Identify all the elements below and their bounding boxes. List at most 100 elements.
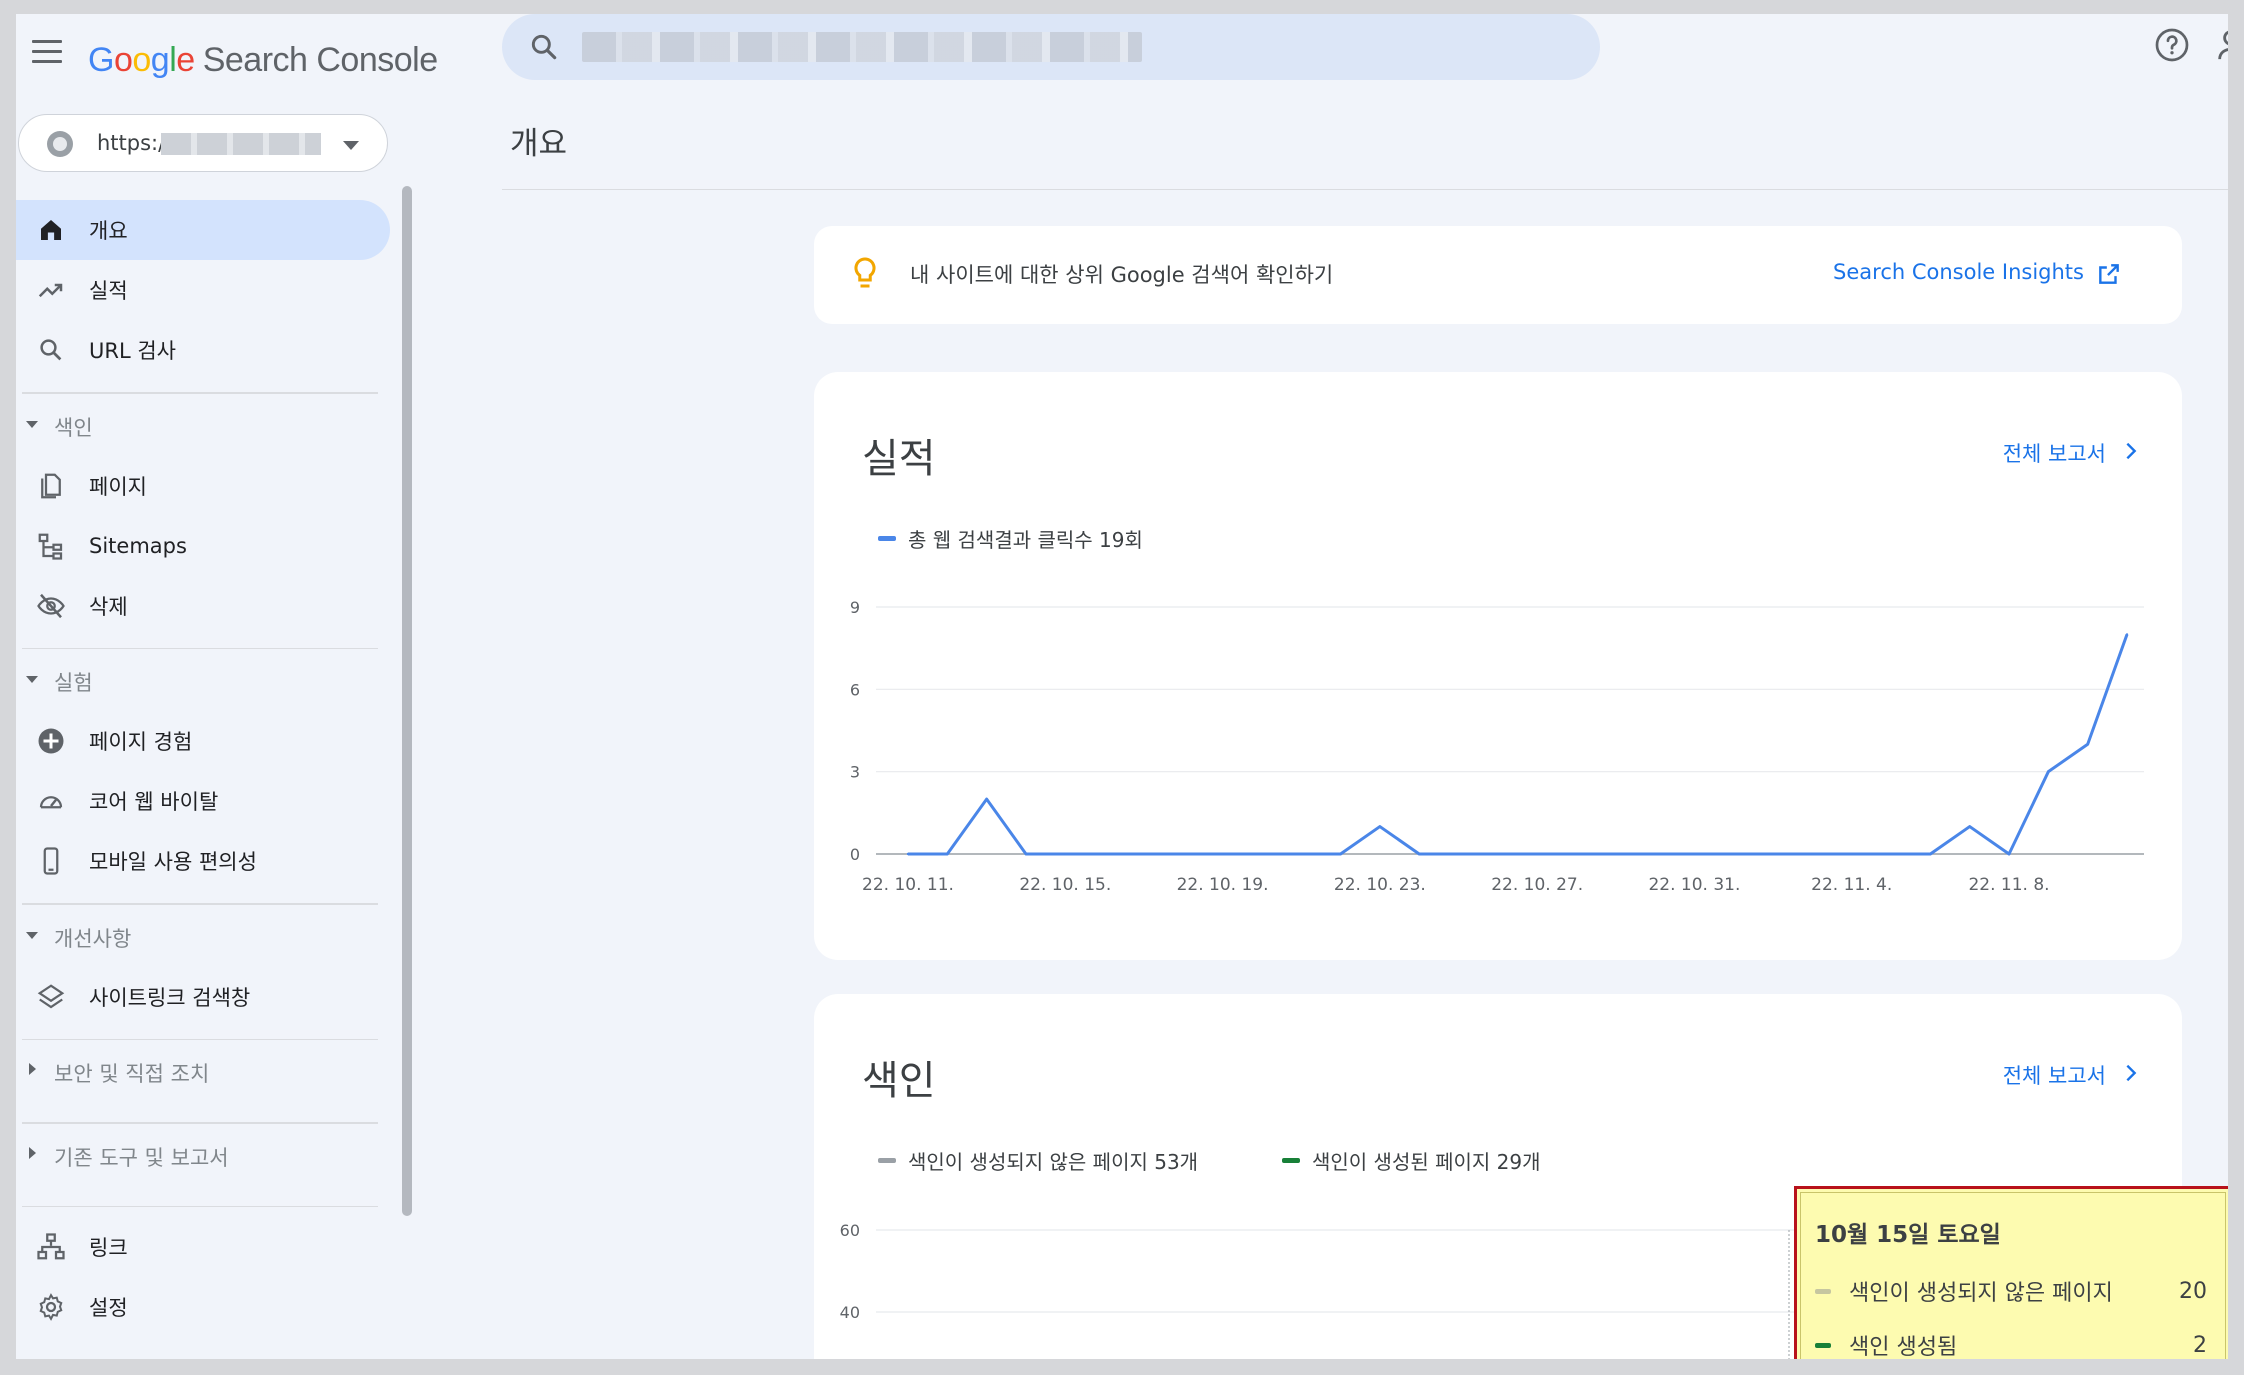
sidebar-item-sitelinks-searchbox[interactable]: 사이트링크 검색창 <box>16 967 396 1027</box>
visibility-off-icon <box>37 593 65 618</box>
insights-link[interactable]: Search Console Insights <box>1833 260 2084 284</box>
data-point <box>1300 852 1303 856</box>
sidebar-scrollbar[interactable] <box>402 186 412 1216</box>
help-icon[interactable] <box>2154 27 2190 63</box>
x-tick-label: 22. 10. 31. <box>1648 875 1740 895</box>
sidebar-item-performance[interactable]: 실적 <box>16 260 396 320</box>
section-label: 실험 <box>54 671 93 695</box>
sidebar-item-label: 페이지 경험 <box>89 730 193 754</box>
sidebar-item-mobile-usability[interactable]: 모바일 사용 편의성 <box>16 831 396 891</box>
top-bar: Google Search Console <box>16 14 2228 106</box>
divider <box>502 189 2228 190</box>
search-bar[interactable] <box>502 14 1600 80</box>
tooltip-label: 색인 생성됨 <box>1849 1335 1958 1359</box>
sidebar-item-label: 모바일 사용 편의성 <box>89 850 257 874</box>
performance-card: 실적 전체 보고서 총 웹 검색결과 클릭수 19회 0 3 6 9 22. 10. 1… <box>814 372 2182 960</box>
sidebar-item-core-web-vitals[interactable]: 코어 웹 바이탈 <box>16 771 396 831</box>
sidebar-item-label: 사이트링크 검색창 <box>89 985 251 1010</box>
chart-tooltip: 10월 15일 토요일 색인이 생성되지 않은 페이지 20 색인 생성됨 2 <box>1794 1186 2228 1359</box>
pages-icon <box>41 473 61 498</box>
data-point <box>1850 852 1853 856</box>
tooltip-row-indexed: 색인 생성됨 2 <box>1815 1325 2207 1359</box>
data-point <box>1732 852 1735 856</box>
x-tick-label: 22. 10. 23. <box>1334 875 1426 895</box>
data-point <box>1182 852 1185 856</box>
sidebar-item-label: 링크 <box>89 1236 128 1260</box>
x-tick-label: 22. 11. 4. <box>1811 875 1892 895</box>
section-legacy[interactable]: 기존 도구 및 보고서 <box>16 1124 396 1186</box>
data-point <box>2047 770 2050 773</box>
data-point <box>1575 852 1578 856</box>
data-point <box>1417 852 1421 856</box>
open-in-new-icon[interactable] <box>2096 261 2122 287</box>
x-tick-label: 22. 10. 15. <box>1019 875 1111 895</box>
data-point <box>2086 743 2089 746</box>
search-console-logo[interactable]: Google Search Console <box>88 30 438 90</box>
data-point <box>2007 852 2011 856</box>
series-line-clicks <box>908 633 2129 856</box>
sidebar-item-removals[interactable]: 삭제 <box>16 576 396 636</box>
caret-right-icon <box>29 1146 36 1159</box>
sidebar-item-page-experience[interactable]: 페이지 경험 <box>16 711 396 771</box>
section-label: 보안 및 직접 조치 <box>54 1062 210 1086</box>
search-input-blurred[interactable] <box>582 32 1142 62</box>
sidebar-item-links[interactable]: 링크 <box>16 1217 396 1277</box>
search-console-window: Google Search Console https:/ 개요 실적 URL 검… <box>16 14 2228 1359</box>
section-enhancements[interactable]: 개선사항 <box>16 905 396 967</box>
sidebar-item-pages[interactable]: 페이지 <box>16 456 396 516</box>
property-selector[interactable]: https:/ <box>18 114 388 172</box>
search-icon <box>40 339 62 361</box>
caret-right-icon <box>29 1063 36 1075</box>
sidebar-item-settings[interactable]: 설정 <box>16 1277 396 1337</box>
home-icon <box>41 220 61 240</box>
section-index[interactable]: 색인 <box>16 394 396 456</box>
section-experience[interactable]: 실험 <box>16 649 396 711</box>
section-label: 개선사항 <box>54 926 132 951</box>
data-point <box>1653 852 1657 856</box>
legend-swatch <box>1815 1288 1831 1294</box>
data-point <box>985 797 988 801</box>
tooltip-row-not-indexed: 색인이 생성되지 않은 페이지 20 <box>1815 1271 2207 1311</box>
sidebar-item-url-inspection[interactable]: URL 검사 <box>16 320 396 380</box>
data-point <box>1142 852 1146 856</box>
data-point <box>2125 633 2129 636</box>
data-point <box>1968 825 1971 828</box>
layers-icon <box>37 983 65 1008</box>
data-point <box>1929 852 1932 856</box>
sidebar-item-label: URL 검사 <box>89 339 176 363</box>
trending-up-icon <box>38 283 63 298</box>
property-url: https:/ <box>97 131 166 155</box>
data-point <box>1221 852 1224 856</box>
chevron-down-icon <box>343 141 359 150</box>
section-label: 색인 <box>54 415 93 440</box>
divider <box>22 1205 378 1207</box>
y-tick-label: 6 <box>850 680 860 699</box>
y-tick-label: 9 <box>850 598 860 617</box>
data-point <box>1693 852 1696 856</box>
sidebar-item-overview[interactable]: 개요 <box>16 200 390 260</box>
x-tick-label: 22. 11. 8. <box>1968 875 2049 895</box>
data-point <box>1535 852 1539 856</box>
section-security[interactable]: 보안 및 직접 조치 <box>16 1040 396 1102</box>
sidebar-item-sitemaps[interactable]: Sitemaps <box>16 516 396 576</box>
sidebar-nav: 개요 실적 URL 검사 색인 페이지 Sitemaps 삭제 실험 페이지 경… <box>16 200 396 1337</box>
caret-down-icon <box>26 931 38 939</box>
y-tick-label: 0 <box>850 845 860 864</box>
data-point <box>1260 852 1264 856</box>
section-label: 기존 도구 및 보고서 <box>54 1145 229 1170</box>
plus-circle-icon <box>38 728 64 754</box>
links-icon <box>37 1233 65 1260</box>
speedometer-icon <box>39 796 63 809</box>
property-url-blurred <box>161 133 321 155</box>
menu-icon[interactable] <box>32 40 62 66</box>
sitemap-icon <box>38 533 63 560</box>
performance-chart[interactable]: 0 3 6 9 22. 10. 11. 22. 10. 15. 22. 10. 19. 22.… <box>814 372 2182 960</box>
search-icon <box>531 34 557 60</box>
x-tick-label: 22. 10. 19. <box>1177 875 1269 895</box>
y-tick-label: 3 <box>850 763 860 782</box>
data-point <box>1457 852 1460 856</box>
data-point <box>1771 852 1775 856</box>
data-point <box>1103 852 1106 856</box>
smartphone-icon <box>43 847 59 875</box>
account-icon[interactable] <box>2216 28 2228 62</box>
